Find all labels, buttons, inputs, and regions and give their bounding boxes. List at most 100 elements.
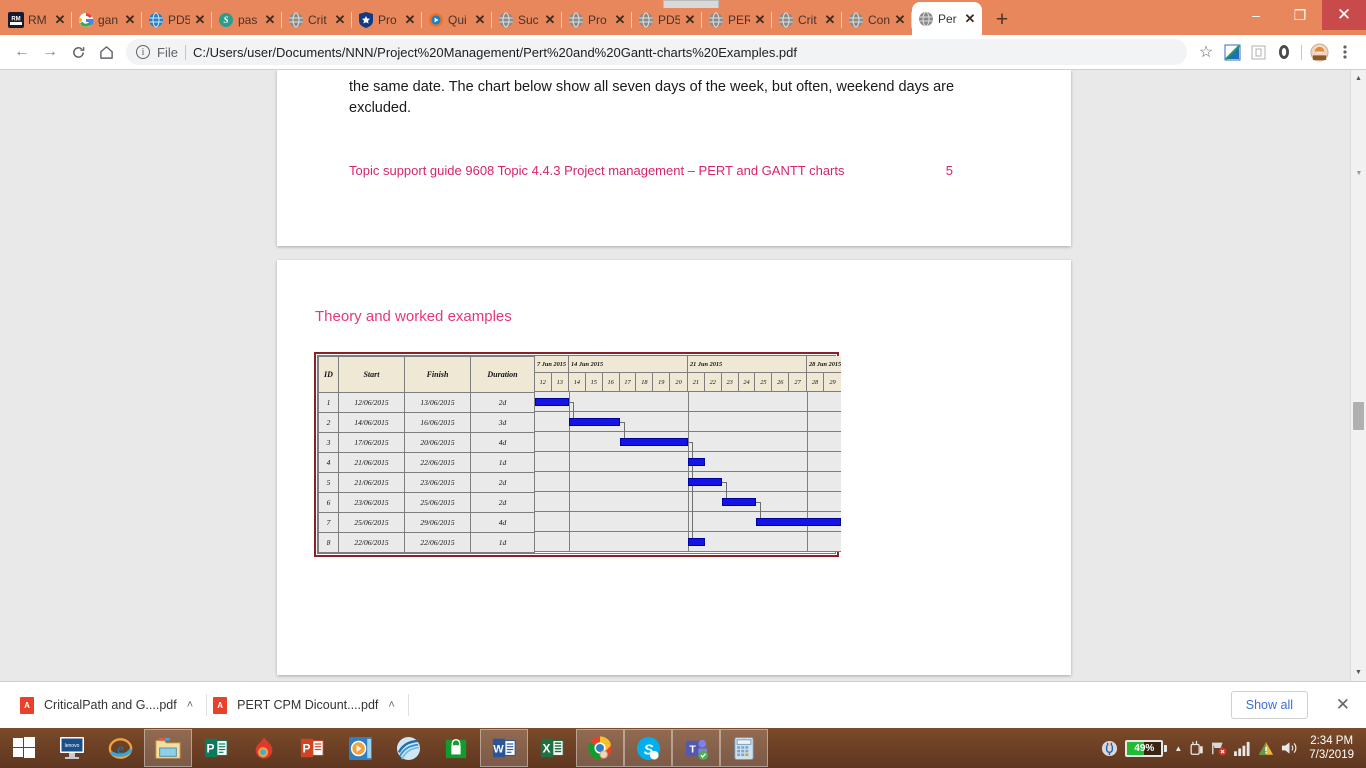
browser-tab-close-icon[interactable]: ✕ — [334, 13, 346, 26]
gantt-cell-finish: 29/06/2015 — [404, 512, 471, 533]
taskbar-app-flame[interactable] — [240, 729, 288, 767]
back-button[interactable]: ← — [8, 38, 36, 66]
profile-avatar-icon[interactable] — [1306, 39, 1332, 65]
signal-bars-icon[interactable] — [1234, 741, 1251, 756]
taskbar-app-skype[interactable]: S — [624, 729, 672, 767]
browser-tab-6[interactable]: Qui ✕ — [422, 4, 492, 35]
power-plug-icon[interactable] — [1101, 740, 1118, 757]
browser-tab-close-icon[interactable]: ✕ — [754, 13, 766, 26]
browser-tab-close-icon[interactable]: ✕ — [824, 13, 836, 26]
browser-tab-5[interactable]: Pro ✕ — [352, 4, 422, 35]
browser-tab-close-icon[interactable]: ✕ — [964, 12, 976, 25]
taskbar-app-calculator[interactable] — [720, 729, 768, 767]
download-item-label: PERT CPM Dicount....pdf — [237, 698, 379, 712]
forward-button[interactable]: → — [36, 38, 64, 66]
browser-tab-close-icon[interactable]: ✕ — [54, 13, 66, 26]
browser-tab-1[interactable]: gan ✕ — [72, 4, 142, 35]
browser-tab-8[interactable]: Pro ✕ — [562, 4, 632, 35]
browser-tab-close-icon[interactable]: ✕ — [474, 13, 486, 26]
gantt-week-label: 21 Jun 2015 — [688, 356, 806, 373]
taskbar-app-lenovo[interactable]: lenovo — [48, 729, 96, 767]
gantt-day-cell: 14 — [569, 373, 586, 391]
pdf-page-column: the same date. The chart below show all … — [277, 70, 1071, 675]
gantt-day-cell: 20 — [675, 378, 682, 386]
taskbar-app-wave[interactable] — [384, 729, 432, 767]
taskbar-app-excel[interactable]: X — [528, 729, 576, 767]
taskbar-app-publisher[interactable]: P — [192, 729, 240, 767]
browser-tab-close-icon[interactable]: ✕ — [894, 13, 906, 26]
taskbar-app-word[interactable]: W — [480, 729, 528, 767]
svg-text:X: X — [542, 742, 550, 756]
gantt-table-body: 1 12/06/2015 13/06/2015 2d 2 14/06/2015 16/06/… — [318, 392, 535, 553]
browser-tab-12[interactable]: Con ✕ — [842, 4, 912, 35]
address-bar[interactable]: i File C:/Users/user/Documents/NNN/Proje… — [126, 39, 1187, 65]
scroll-up-button[interactable]: ▲ — [1351, 70, 1366, 87]
close-download-shelf-button[interactable]: ✕ — [1336, 695, 1350, 715]
gantt-date-header: 7 Jun 2015 12 13 14 Jun 2015 14 15 16 17 18 19 20 2… — [535, 356, 841, 392]
gantt-day-cell: 19 — [653, 373, 671, 391]
download-item[interactable]: A PERT CPM Dicount....pdf ˄ — [207, 688, 409, 722]
battery-indicator[interactable]: 49% — [1125, 739, 1168, 757]
browser-tab-label: Per — [938, 11, 957, 26]
browser-tab-close-icon[interactable]: ✕ — [404, 13, 416, 26]
scroll-down-button[interactable]: ▼ — [1351, 664, 1366, 681]
network-error-icon[interactable] — [1211, 740, 1227, 756]
site-info-icon[interactable]: i — [136, 45, 150, 59]
window-close-button[interactable]: ✕ — [1322, 0, 1366, 30]
download-item-menu-caret-icon[interactable]: ˄ — [187, 699, 193, 711]
extension-blue-icon[interactable] — [1219, 39, 1245, 65]
taskbar-app-store[interactable] — [432, 729, 480, 767]
taskbar-app-teams[interactable]: T — [672, 729, 720, 767]
browser-tab-2[interactable]: PD5 ✕ — [142, 4, 212, 35]
gantt-table-row: 6 23/06/2015 25/06/2015 2d — [318, 492, 535, 513]
browser-tab-close-icon[interactable]: ✕ — [124, 13, 136, 26]
calculator-icon — [734, 736, 754, 760]
globe-blue-icon — [148, 12, 164, 28]
teams-icon: T — [685, 739, 708, 760]
taskbar-clock[interactable]: 2:34 PM 7/3/2019 — [1305, 734, 1358, 762]
window-maximize-button[interactable]: ❐ — [1278, 0, 1322, 30]
browser-tab-10[interactable]: PER ✕ — [702, 4, 772, 35]
taskbar-app-file-explorer[interactable] — [144, 729, 192, 767]
start-button[interactable] — [0, 728, 48, 768]
gantt-day-cell: 23 — [722, 373, 739, 391]
scrollbar-thumb[interactable] — [1353, 402, 1364, 430]
usb-icon[interactable] — [1189, 740, 1204, 756]
gantt-week-separator — [569, 392, 570, 552]
gantt-cell-finish: 20/06/2015 — [404, 432, 471, 453]
browser-tab-3[interactable]: Spas ✕ — [212, 4, 282, 35]
window-minimize-button[interactable]: – — [1234, 0, 1278, 30]
extension-oval-icon[interactable] — [1271, 39, 1297, 65]
browser-tab-0[interactable]: RM RM ✕ — [2, 4, 72, 35]
pdf-vertical-scrollbar[interactable]: ▲ ▼ ▼ — [1350, 70, 1366, 681]
show-all-downloads-button[interactable]: Show all — [1230, 691, 1308, 719]
bookmark-star-icon[interactable]: ☆ — [1193, 39, 1219, 65]
browser-tab-9[interactable]: PD5 ✕ — [632, 4, 702, 35]
home-button[interactable] — [92, 38, 120, 66]
browser-tab-11[interactable]: Crit ✕ — [772, 4, 842, 35]
browser-tab-close-icon[interactable]: ✕ — [194, 13, 206, 26]
taskbar-app-media-player[interactable] — [336, 729, 384, 767]
volume-icon[interactable] — [1281, 740, 1298, 756]
browser-tab-close-icon[interactable]: ✕ — [614, 13, 626, 26]
pdf-file-icon: A — [20, 696, 34, 714]
warning-icon[interactable] — [1258, 741, 1274, 756]
browser-tab-7[interactable]: Suc ✕ — [492, 4, 562, 35]
browser-tab-close-icon[interactable]: ✕ — [684, 13, 696, 26]
taskbar-app-internet-explorer[interactable]: e — [96, 729, 144, 767]
reload-button[interactable] — [64, 38, 92, 66]
browser-tab-4[interactable]: Crit ✕ — [282, 4, 352, 35]
browser-tab-13[interactable]: Per ✕ — [912, 2, 982, 35]
extension-gray-icon[interactable] — [1245, 39, 1271, 65]
download-item-menu-caret-icon[interactable]: ˄ — [388, 699, 394, 711]
menu-kebab-icon[interactable] — [1332, 39, 1358, 65]
new-tab-button[interactable]: + — [987, 5, 1017, 35]
gantt-week-label: 28 Jun 2015 — [807, 356, 841, 373]
browser-tab-close-icon[interactable]: ✕ — [264, 13, 276, 26]
download-item[interactable]: A CriticalPath and G....pdf ˄ — [14, 688, 208, 722]
taskbar-app-powerpoint[interactable]: P — [288, 729, 336, 767]
browser-tab-close-icon[interactable]: ✕ — [544, 13, 556, 26]
show-hidden-icons-button[interactable]: ▲ — [1174, 744, 1182, 753]
taskbar-app-chrome[interactable] — [576, 729, 624, 767]
gantt-grid — [535, 392, 841, 552]
